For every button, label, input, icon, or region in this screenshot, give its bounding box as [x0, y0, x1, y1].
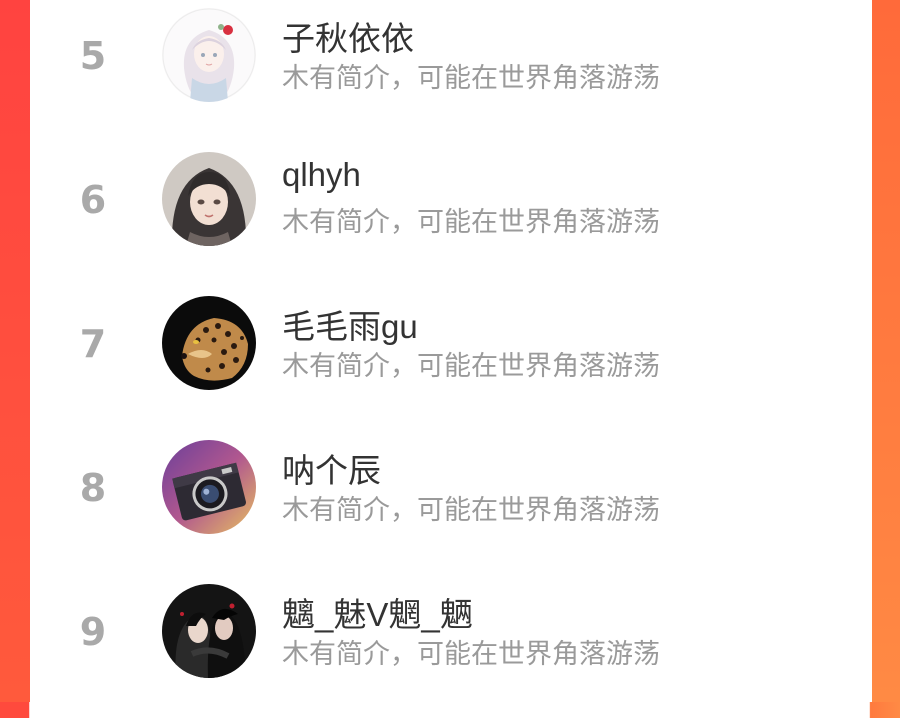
- avatar-image: [162, 440, 256, 534]
- rank-number: 5: [79, 34, 107, 78]
- ranking-row[interactable]: 9 魑_魅V魍_魉 木有简介，可能在世界角落游荡: [30, 574, 872, 718]
- avatar-image: [162, 152, 256, 246]
- user-name[interactable]: 子秋依依: [282, 12, 414, 60]
- ranking-row[interactable]: 6 qlhyh 木有简介，可能在世界角落游荡: [30, 142, 872, 286]
- rank-number: 8: [79, 466, 107, 510]
- avatar-anime-girl-icon[interactable]: [162, 8, 256, 102]
- avatar-portrait-girl-icon[interactable]: [162, 152, 256, 246]
- user-bio: 木有简介，可能在世界角落游荡: [282, 639, 660, 669]
- user-bio: 木有简介，可能在世界角落游荡: [282, 495, 660, 525]
- avatar-leopard-icon[interactable]: [162, 296, 256, 390]
- frame-right-border: [872, 0, 900, 702]
- rank-number: 6: [79, 178, 107, 222]
- ranking-list: 5 子秋依依 木有简介，可能在世界角落游荡 6 qlhyh 木有简介，可能在世界…: [30, 0, 872, 718]
- avatar-camera-icon[interactable]: [162, 440, 256, 534]
- ranking-row[interactable]: 8 呐个辰 木有简介，可能在世界角落游荡: [30, 430, 872, 574]
- user-bio: 木有简介，可能在世界角落游荡: [282, 351, 660, 381]
- ranking-row[interactable]: 7 毛毛雨gu 木有简介，可能在世界角落游荡: [30, 286, 872, 430]
- avatar-image: [162, 8, 256, 102]
- avatar-image: [162, 584, 256, 678]
- user-name[interactable]: qlhyh: [282, 156, 361, 194]
- rank-number: 9: [79, 610, 107, 654]
- rank-number: 7: [79, 322, 107, 366]
- avatar-couple-icon[interactable]: [162, 584, 256, 678]
- ranking-panel: 5 子秋依依 木有简介，可能在世界角落游荡 6 qlhyh 木有简介，可能在世界…: [30, 0, 872, 702]
- ranking-row[interactable]: 5 子秋依依 木有简介，可能在世界角落游荡: [30, 0, 872, 142]
- avatar-image: [162, 296, 256, 390]
- user-name[interactable]: 魑_魅V魍_魉: [282, 588, 473, 636]
- user-name[interactable]: 毛毛雨gu: [282, 300, 418, 348]
- frame-left-border: [0, 0, 30, 702]
- user-name[interactable]: 呐个辰: [282, 444, 381, 492]
- user-bio: 木有简介，可能在世界角落游荡: [282, 63, 660, 93]
- user-bio: 木有简介，可能在世界角落游荡: [282, 207, 660, 237]
